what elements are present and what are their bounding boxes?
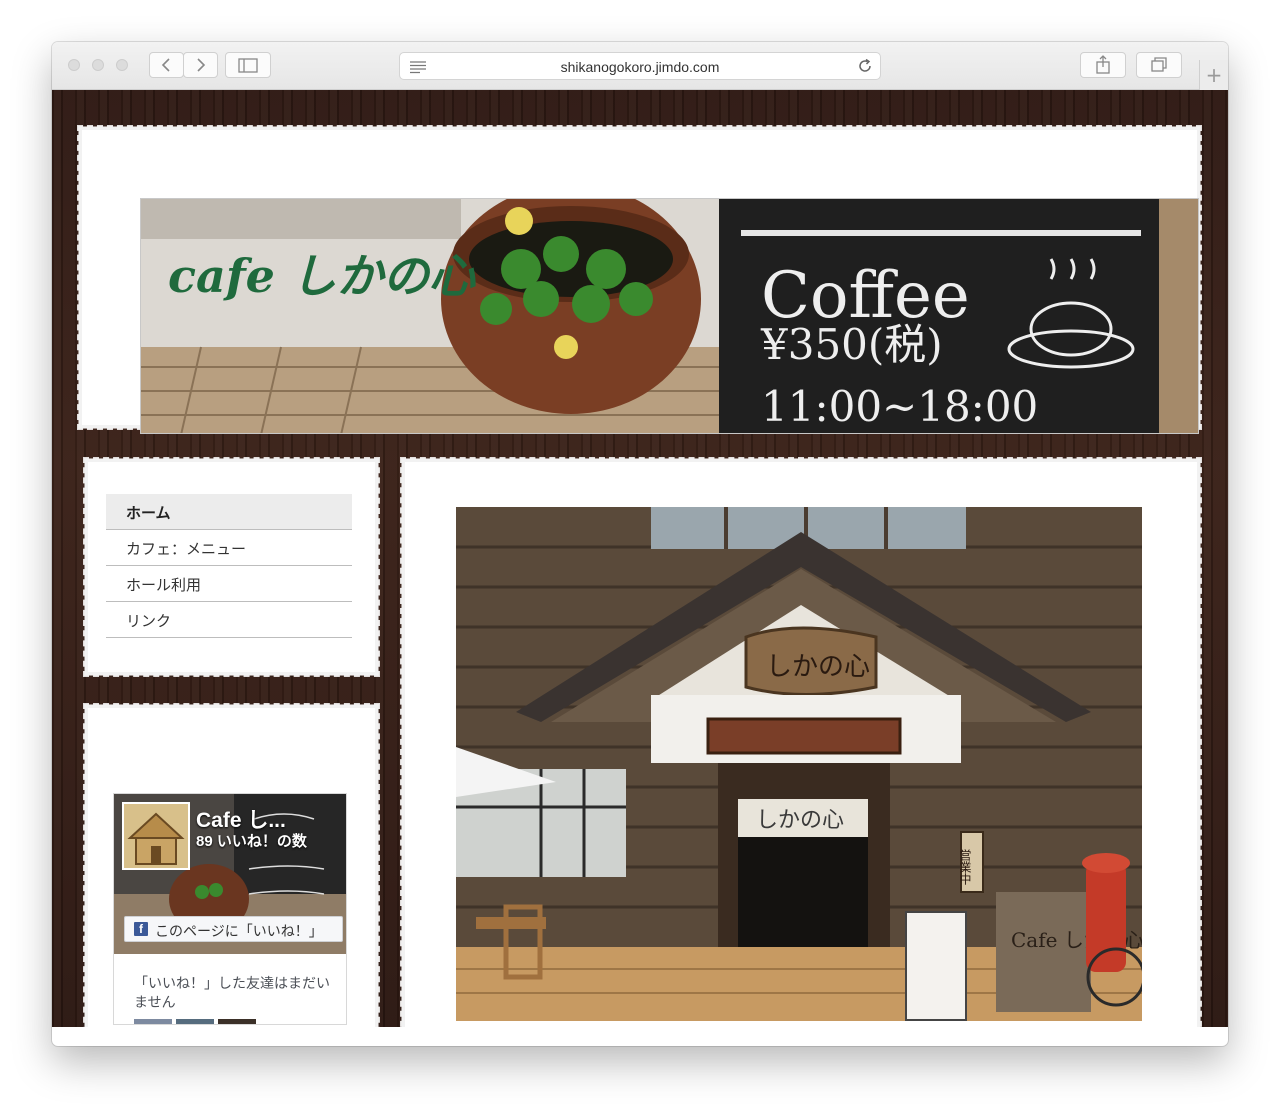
facebook-cover-photo: Cafe し... 89 いいね！の数 f このページに「いいね！」 xyxy=(114,794,346,954)
main-navigation: ホーム カフェ：メニュー ホール利用 リンク xyxy=(106,494,352,638)
forward-button[interactable] xyxy=(183,52,218,78)
back-button[interactable] xyxy=(149,52,184,78)
facebook-like-count: 89 いいね！の数 xyxy=(196,833,307,850)
facebook-page-widget: Cafe し... 89 いいね！の数 f このページに「いいね！」 「いいね！… xyxy=(113,793,347,1025)
friend-thumbnail[interactable] xyxy=(218,1019,256,1024)
storefront-sign: しかの心 xyxy=(766,652,870,682)
facebook-like-label: このページに「いいね！」 xyxy=(155,923,323,939)
sidebar-icon xyxy=(238,58,258,73)
new-tab-button[interactable]: + xyxy=(1199,60,1228,90)
site-title[interactable]: cafe しかの心 xyxy=(168,240,475,306)
nav-item-links[interactable]: リンク xyxy=(106,602,352,638)
browser-toolbar: shikanogokoro.jimdo.com + xyxy=(52,42,1228,90)
chalkboard-hours: 11:00~18:00 xyxy=(761,382,1038,431)
nav-item-cafe-menu[interactable]: カフェ：メニュー xyxy=(106,530,352,566)
tabs-icon xyxy=(1151,57,1167,72)
nav-item-home[interactable]: ホーム xyxy=(106,494,352,530)
header-panel: Coffee ¥350(税) 11:00~18:00 cafe しかの心 xyxy=(77,125,1202,434)
cafe-storefront-photo: しかの心 しかの心 Cafe しかの心 営業中 xyxy=(456,507,1142,1021)
address-bar[interactable]: shikanogokoro.jimdo.com xyxy=(399,52,881,80)
minimize-window-button[interactable] xyxy=(92,59,104,71)
nav-item-hall[interactable]: ホール利用 xyxy=(106,566,352,602)
share-button[interactable] xyxy=(1080,52,1126,78)
chevron-right-icon xyxy=(197,58,206,72)
chevron-left-icon xyxy=(161,58,170,72)
header-image: Coffee ¥350(税) 11:00~18:00 xyxy=(140,198,1199,434)
header-photo: Coffee ¥350(税) 11:00~18:00 xyxy=(141,199,1198,433)
facebook-avatar[interactable] xyxy=(122,802,190,870)
friend-thumbnail[interactable] xyxy=(134,1019,172,1024)
facebook-like-button[interactable]: f このページに「いいね！」 xyxy=(124,916,343,942)
open-sign: 営業中 xyxy=(958,849,972,885)
browser-window: shikanogokoro.jimdo.com + Coffee ¥350(税)… xyxy=(52,42,1228,1046)
url-text: shikanogokoro.jimdo.com xyxy=(560,59,720,75)
friend-thumbnail[interactable] xyxy=(176,1019,214,1024)
web-page: Coffee ¥350(税) 11:00~18:00 cafe しかの心 ホーム… xyxy=(52,90,1228,1027)
chalkboard-price: ¥350(税) xyxy=(760,320,943,369)
tabs-overview-button[interactable] xyxy=(1136,52,1182,78)
reload-icon[interactable] xyxy=(856,57,874,75)
zoom-window-button[interactable] xyxy=(116,59,128,71)
facebook-friends-text: 「いいね！」した友達はまだいません xyxy=(134,975,330,1010)
close-window-button[interactable] xyxy=(68,59,80,71)
share-icon xyxy=(1096,55,1110,74)
noren-curtain: しかの心 xyxy=(756,808,844,833)
facebook-icon: f xyxy=(134,922,148,936)
sidebar-toggle-button[interactable] xyxy=(225,52,271,78)
